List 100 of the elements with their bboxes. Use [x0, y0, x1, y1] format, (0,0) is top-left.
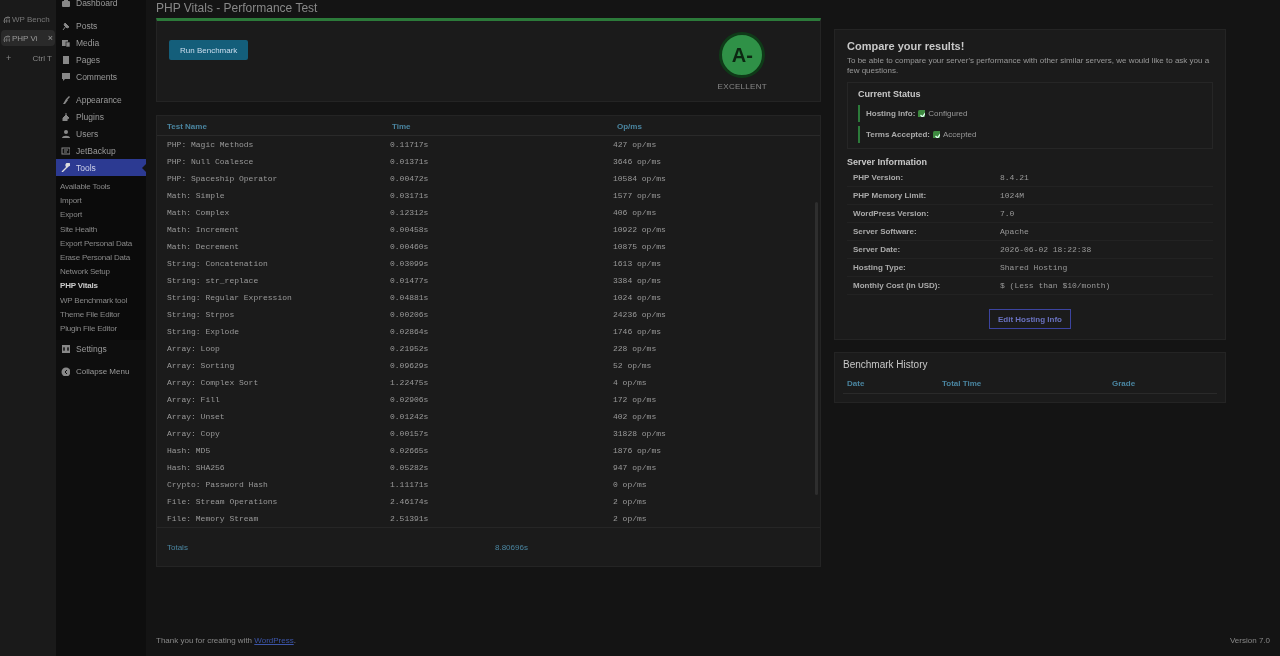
totals-label: Totals	[167, 542, 189, 552]
tab-title: WP Bench	[12, 14, 50, 24]
table-cell-text: 3646 op/ms	[613, 157, 662, 167]
table-cell-text: 10875 op/ms	[613, 242, 667, 252]
browser-tab[interactable]: PHP Vi ×	[1, 30, 55, 46]
status-title: Current Status	[858, 89, 922, 99]
table-cell-text: 1.22475s	[390, 378, 430, 388]
submenu-item[interactable]: Export Personal Data	[60, 236, 146, 251]
table-cell-text: 402 op/ms	[613, 412, 658, 422]
collapse-menu-button[interactable]: Collapse Menu	[56, 363, 146, 381]
menu-item[interactable]: Settings	[56, 340, 146, 358]
table-cell-text: 427 op/ms	[613, 140, 658, 150]
menu-item[interactable]: Appearance	[56, 91, 146, 108]
submenu-item[interactable]: Site Health	[60, 222, 146, 237]
table-cell-text: 0.05282s	[390, 463, 430, 473]
table-cell-text: 1876 op/ms	[613, 446, 662, 456]
menu-item[interactable]: Media	[56, 34, 146, 51]
close-tab-button[interactable]: ×	[47, 33, 53, 43]
info-label: PHP Version:	[853, 173, 905, 182]
menu-item[interactable]: Tools	[56, 159, 146, 176]
column-header: Total Time	[942, 379, 983, 388]
table-cell-text: Math: Increment	[167, 225, 240, 235]
new-tab-button[interactable]: +	[6, 53, 12, 63]
browser-tab[interactable]: WP Bench	[1, 11, 55, 27]
status-item: Hosting Info: Configured	[858, 105, 1202, 122]
submenu-item[interactable]: WP Benchmark tool	[60, 293, 146, 308]
menu-item[interactable]: Plugins	[56, 108, 146, 125]
table-cell-text: File: Stream Operations	[167, 497, 279, 507]
submenu-item[interactable]: Import	[60, 194, 146, 209]
info-label: PHP Memory Limit:	[853, 191, 928, 200]
info-value: 2026-06-02 18:22:38	[1000, 245, 1093, 254]
tab-title: PHP Vi	[12, 33, 38, 43]
table-cell-text: 2.46174s	[390, 497, 430, 507]
menu-icon	[61, 0, 70, 7]
submenu-item[interactable]: Theme File Editor	[60, 307, 146, 322]
submenu-item[interactable]: Network Setup	[60, 265, 146, 280]
history-title: Benchmark History	[843, 359, 929, 370]
menu-icon	[61, 112, 70, 121]
table-cell-text: 52 op/ms	[613, 361, 653, 371]
totals-time: 8.80696s	[495, 542, 529, 552]
menu-item[interactable]: JetBackup	[56, 142, 146, 159]
table-cell-text: Math: Decrement	[167, 242, 240, 252]
table-cell-text: Array: Complex Sort	[167, 378, 260, 388]
submenu-item[interactable]: PHP Vitals	[60, 279, 146, 294]
table-cell-text: 10922 op/ms	[613, 225, 667, 235]
menu-item[interactable]: Posts	[56, 17, 146, 34]
menu-item[interactable]: Users	[56, 125, 146, 142]
menu-item[interactable]: Pages	[56, 51, 146, 68]
edit-hosting-info-button[interactable]: Edit Hosting Info	[989, 309, 1071, 329]
table-cell-text: 406 op/ms	[613, 208, 658, 218]
menu-item[interactable]: Comments	[56, 68, 146, 85]
table-cell-text: 0.09629s	[390, 361, 430, 371]
table-cell-text: 0 op/ms	[613, 480, 648, 490]
table-cell-text: 0.21952s	[390, 344, 430, 354]
table-cell-text: PHP: Magic Methods	[167, 140, 255, 150]
table-cell-text: Array: Unset	[167, 412, 226, 422]
run-benchmark-button[interactable]: Run Benchmark	[169, 40, 249, 60]
table-cell-text: String: Concatenation	[167, 259, 269, 269]
table-cell-text: 0.01477s	[390, 276, 430, 286]
table-cell-text: Array: Loop	[167, 344, 221, 354]
intro-text: To be able to compare your server's performance with other similar servers, we would like to ask you a few questions.	[847, 56, 1211, 76]
table-cell-text: Hash: MD5	[167, 446, 212, 456]
table-cell-text: 0.03099s	[390, 259, 430, 269]
menu-icon	[61, 146, 70, 155]
table-cell-text: String: Explode	[167, 327, 240, 337]
table-cell-text: 0.02864s	[390, 327, 430, 337]
table-cell-text: 10584 op/ms	[613, 174, 667, 184]
submenu-item[interactable]: Available Tools	[60, 180, 146, 195]
submenu-item[interactable]: Plugin File Editor	[60, 321, 146, 337]
table-cell-text: 0.01371s	[390, 157, 430, 167]
submenu-item[interactable]: Export	[60, 208, 146, 223]
grade-label: EXCELLENT	[717, 82, 767, 91]
info-label: WordPress Version:	[853, 209, 930, 218]
menu-icon	[61, 95, 70, 104]
table-cell-text: PHP: Null Coalesce	[167, 157, 255, 167]
compare-title: Compare your results!	[847, 40, 966, 52]
table-cell-text: 1746 op/ms	[613, 327, 662, 337]
column-header: Grade	[1112, 379, 1137, 388]
menu-item[interactable]: Dashboard	[56, 0, 146, 11]
table-cell-text: 0.11717s	[390, 140, 430, 150]
submenu-item[interactable]: Erase Personal Data	[60, 250, 146, 266]
table-cell-text: Math: Simple	[167, 191, 226, 201]
table-cell-text: 2 op/ms	[613, 514, 648, 524]
footer-text: Thank you for creating with WordPress.	[156, 636, 296, 647]
table-cell-text: File: Memory Stream	[167, 514, 260, 524]
column-header: Time	[392, 122, 412, 133]
menu-icon	[61, 163, 70, 172]
table-cell-text: 2.51391s	[390, 514, 430, 524]
info-value: $ (Less than $10/month)	[1000, 281, 1112, 290]
info-label: Monthly Cost (in USD):	[853, 281, 942, 290]
table-cell-text: 1.11171s	[390, 480, 430, 490]
table-cell-text: 0.04881s	[390, 293, 430, 303]
collapse-icon	[61, 367, 70, 377]
info-label: Hosting Type:	[853, 263, 907, 272]
table-cell-text: 4 op/ms	[613, 378, 648, 388]
table-cell-text: 3384 op/ms	[613, 276, 662, 286]
table-cell-text: 0.00157s	[390, 429, 430, 439]
shortcut-hint: Ctrl T	[32, 53, 52, 63]
column-header: Date	[847, 379, 866, 388]
grade-badge: A-	[719, 32, 766, 78]
